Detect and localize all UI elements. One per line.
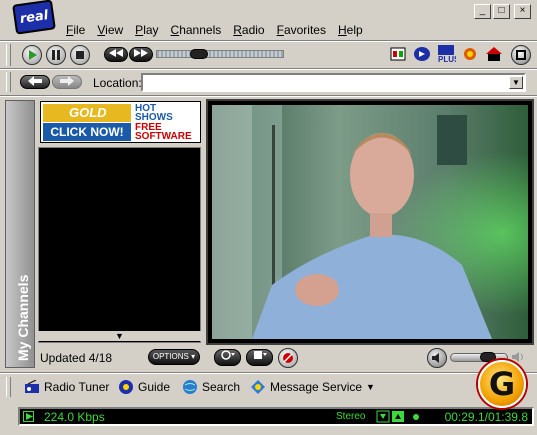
plus-icon[interactable]: PLUS [436,44,456,64]
svg-text:PLUS: PLUS [438,55,456,63]
bitrate-readout: 224.0 Kbps [44,410,105,424]
activity-indicator [413,414,419,420]
guide-link[interactable]: Guide [118,379,170,395]
search-label: Search [202,380,241,394]
separator [0,95,537,97]
updated-label: Updated 4/18 [40,351,113,365]
radio-icon [24,379,40,395]
scroll-down-button[interactable]: ▼ [38,331,201,341]
ad-text-software: SOFTWARE [135,131,192,142]
video-display[interactable] [212,105,528,339]
minimize-button[interactable]: _ [474,4,491,19]
play-button[interactable] [22,45,42,65]
options-label: OPTIONS [152,352,189,361]
maximize-button[interactable]: □ [493,4,510,19]
menu-file[interactable]: File [60,22,91,40]
stereo-indicator: Stereo [336,411,366,422]
menu-bar: File View Play Channels Radio Favorites … [60,22,369,40]
radio-tuner-link[interactable]: Radio Tuner [24,379,109,395]
time-readout: 00:29.1/01:39.8 [444,410,528,424]
zoom-button[interactable] [214,349,241,366]
radio-tuner-label: Radio Tuner [44,380,110,394]
location-label: Location: [93,76,142,90]
toolbar-grip[interactable] [6,377,11,397]
search-tool-icon[interactable] [460,44,480,64]
my-channels-tab[interactable]: My Channels [5,100,35,368]
window-controls: _ □ × [474,4,531,19]
click-now-label: CLICK NOW! [43,123,131,141]
options-button[interactable]: OPTIONS ▾ [148,349,200,365]
search-link[interactable]: Search [182,379,240,395]
back-icon [28,76,42,86]
menu-play[interactable]: Play [129,22,164,40]
my-channels-label: My Channels [15,274,31,361]
pause-icon [52,50,60,60]
menu-favorites[interactable]: Favorites [271,22,332,40]
goldpass-label: GOLD pass [43,104,131,138]
real-guide-icon[interactable] [412,44,432,64]
play-icon [29,50,37,60]
forward-icon [60,76,74,86]
play-status-icon [23,411,34,422]
guide-icon [118,379,134,395]
video-frame [206,99,534,345]
player-window: real File View Play Channels Radio Favor… [0,0,537,435]
seek-thumb[interactable] [190,49,208,59]
record-icon [283,353,293,363]
speaker-icon [432,353,439,363]
menu-view[interactable]: View [91,22,129,40]
globe-icon [182,379,198,395]
film-icon [253,351,267,359]
chevron-down-icon: ▼ [366,382,375,392]
separator [0,40,537,42]
stop-button[interactable] [70,45,90,65]
back-button[interactable] [20,75,50,89]
toolbar-grip[interactable] [6,44,11,66]
message-icon [250,379,266,395]
menu-channels[interactable]: Channels [165,22,228,40]
g-watermark-logo: G [478,360,526,408]
location-field[interactable]: ▼ [141,73,526,92]
seek-bar[interactable] [156,49,284,59]
fast-forward-icon [134,49,148,57]
goldpass-ad-banner[interactable]: GOLD pass CLICK NOW! HOT SHOWS FREE SOFT… [40,101,201,143]
fast-forward-button[interactable] [129,47,153,62]
compact-mode-button[interactable] [511,45,531,65]
toolbar-grip[interactable] [6,72,11,92]
hotlist-icon[interactable] [388,44,408,64]
zoom-icon [220,350,235,360]
channels-panel [38,147,201,343]
guide-label: Guide [138,380,171,394]
record-button[interactable] [278,348,298,368]
pause-button[interactable] [46,45,66,65]
location-dropdown-button[interactable]: ▼ [509,76,523,89]
separator [0,372,537,374]
rewind-button[interactable] [104,47,128,62]
forward-button[interactable] [52,75,82,89]
close-button[interactable]: × [514,4,531,19]
mute-button[interactable] [427,348,447,368]
video-frame-image [212,105,528,339]
message-service-label: Message Service [270,380,363,394]
menu-radio[interactable]: Radio [227,22,270,40]
compact-icon [516,50,526,60]
message-service-link[interactable]: Message Service ▼ [250,379,375,395]
separator [0,68,537,70]
status-bar: 224.0 Kbps Stereo 00:29.1/01:39.8 [18,407,534,426]
display-options-button[interactable] [246,349,273,366]
menu-help[interactable]: Help [332,22,369,40]
real-logo[interactable]: real [12,0,56,35]
stop-icon [76,51,84,59]
network-icon [376,410,406,426]
home-icon[interactable] [484,44,504,64]
rewind-icon [109,49,123,57]
